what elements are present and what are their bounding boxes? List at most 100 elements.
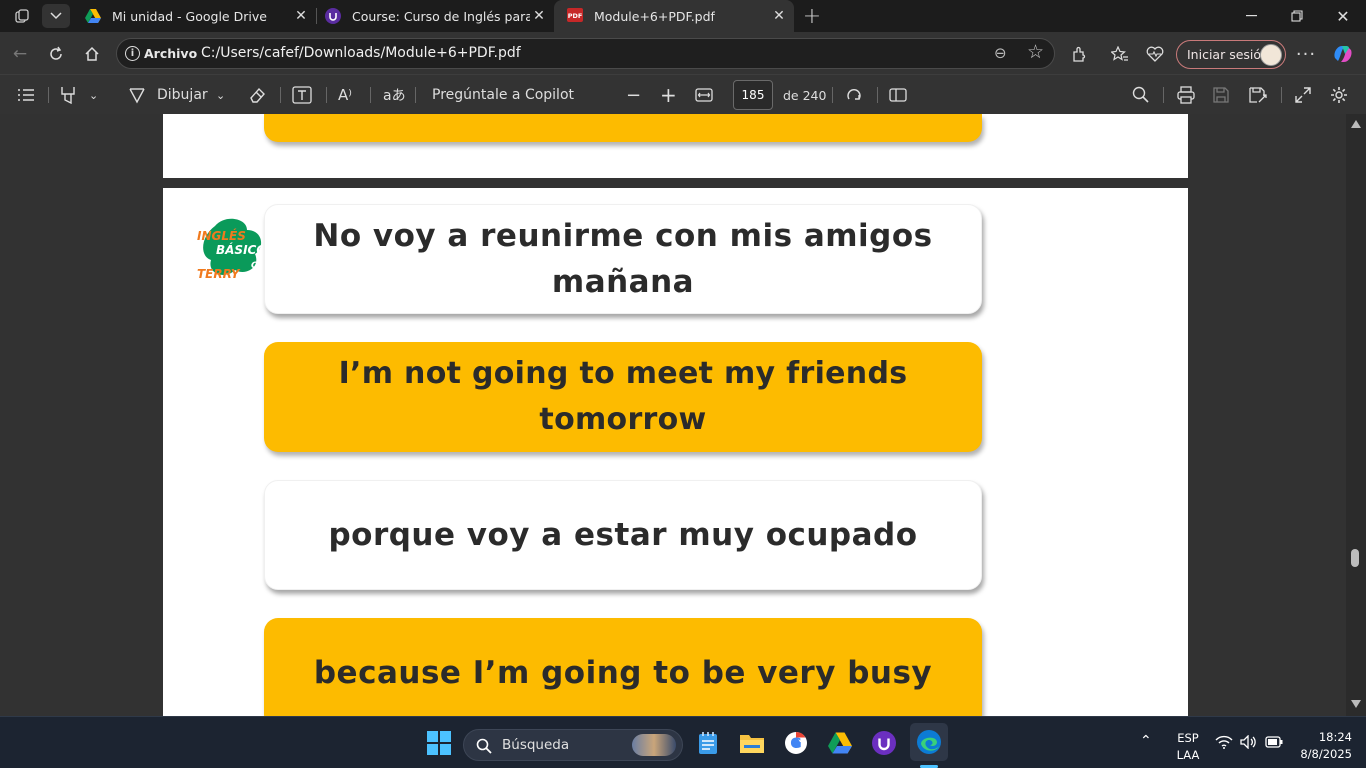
pdf-toolbar: ⌄ Dibujar ⌄ A⁾ aあ Pregúntale a Copilot −… xyxy=(0,74,1366,114)
url-text[interactable]: C:/Users/cafef/Downloads/Module+6+PDF.pd… xyxy=(201,45,521,61)
ingles-basico-logo: INGLÉS BÁSICO CO TERRY xyxy=(197,218,265,281)
tab-title: Course: Curso de Inglés para principiant… xyxy=(352,8,530,24)
edge-browser-icon[interactable] xyxy=(910,723,948,761)
notepad-icon[interactable] xyxy=(692,727,724,759)
draw-options-chevron-icon[interactable]: ⌄ xyxy=(216,83,225,107)
more-options-icon[interactable]: ··· xyxy=(1294,42,1318,66)
search-highlight-image xyxy=(632,734,676,756)
tab-actions-chevron-icon[interactable] xyxy=(42,4,70,28)
favorite-star-icon[interactable]: ☆ xyxy=(1027,41,1044,63)
google-drive-taskbar-icon[interactable] xyxy=(824,727,856,759)
search-icon xyxy=(476,738,492,754)
profile-avatar xyxy=(1260,44,1282,66)
address-bar[interactable]: i Archivo C:/Users/cafef/Downloads/Modul… xyxy=(116,38,1055,69)
udemy-taskbar-icon[interactable] xyxy=(868,727,900,759)
zoom-out-button[interactable]: − xyxy=(626,83,641,107)
security-label: Archivo xyxy=(144,46,198,61)
svg-text:INGLÉS: INGLÉS xyxy=(197,228,246,243)
zoom-out-icon[interactable]: ⊖ xyxy=(994,44,1007,62)
workspaces-icon[interactable] xyxy=(8,4,36,28)
contents-list-icon[interactable] xyxy=(17,83,35,107)
language-indicator[interactable]: ESP LAA xyxy=(1170,731,1206,762)
address-toolbar: ← i Archivo C:/Users/cafef/Downloads/Mod… xyxy=(0,32,1366,74)
minimize-icon[interactable] xyxy=(1228,0,1274,32)
save-as-icon[interactable] xyxy=(1249,83,1267,107)
close-window-icon[interactable]: ✕ xyxy=(1320,0,1366,32)
signin-label: Iniciar sesión xyxy=(1187,47,1269,62)
tab-title: Mi unidad - Google Drive xyxy=(112,8,267,24)
clock[interactable]: 18:24 8/8/2025 xyxy=(1292,730,1352,761)
fit-to-width-icon[interactable] xyxy=(695,83,713,107)
clock-time: 18:24 xyxy=(1318,730,1352,744)
add-text-icon[interactable] xyxy=(292,83,312,107)
keyboard-layout: LAA xyxy=(1176,748,1200,762)
restore-icon[interactable] xyxy=(1274,0,1320,32)
svg-text:G: G xyxy=(790,736,802,752)
tab-pdf[interactable]: PDF Module+6+PDF.pdf ✕ xyxy=(554,0,794,32)
udemy-icon xyxy=(325,8,341,24)
highlight-icon[interactable] xyxy=(59,83,79,107)
file-explorer-icon[interactable] xyxy=(736,727,768,759)
svg-text:CO: CO xyxy=(251,261,265,271)
tab-title: Module+6+PDF.pdf xyxy=(594,8,715,24)
language-code: ESP xyxy=(1177,731,1199,745)
print-icon[interactable] xyxy=(1177,83,1195,107)
eraser-icon[interactable] xyxy=(248,83,266,107)
browser-essentials-icon[interactable] xyxy=(1143,42,1167,66)
tab-google-drive[interactable]: Mi unidad - Google Drive ✕ xyxy=(72,0,316,32)
translate-icon[interactable]: aあ xyxy=(383,83,406,107)
search-placeholder: Búsqueda xyxy=(502,737,570,753)
battery-icon[interactable] xyxy=(1265,736,1283,751)
pdf-page-previous xyxy=(163,114,1188,178)
find-icon[interactable] xyxy=(1132,83,1150,107)
close-tab-icon[interactable]: ✕ xyxy=(530,7,548,25)
google-chrome-icon[interactable]: G xyxy=(780,727,812,759)
scrollbar-thumb[interactable] xyxy=(1351,549,1359,567)
scroll-down-arrow-icon[interactable] xyxy=(1351,700,1361,708)
show-hidden-icons-chevron-icon[interactable]: ⌃ xyxy=(1140,733,1152,749)
copilot-icon[interactable] xyxy=(1331,42,1355,66)
card-yellow-partial xyxy=(264,114,982,142)
wifi-icon[interactable] xyxy=(1215,735,1233,752)
page-number-input[interactable]: 185 xyxy=(733,80,773,110)
svg-text:PDF: PDF xyxy=(568,12,583,20)
windows-taskbar: Búsqueda G ⌃ ESP LAA 18:24 8/8/2025 xyxy=(0,716,1366,768)
phrase-card-spanish-2: porque voy a estar muy ocupado xyxy=(264,480,982,590)
home-icon[interactable] xyxy=(78,40,106,68)
new-tab-icon[interactable]: + xyxy=(798,4,826,29)
phrase-card-english-2: because I’m going to be very busy xyxy=(264,618,982,716)
tab-bar: Mi unidad - Google Drive ✕ Course: Curso… xyxy=(0,0,1366,32)
tab-udemy-course[interactable]: Course: Curso de Inglés para principiant… xyxy=(312,0,554,32)
vertical-scrollbar[interactable] xyxy=(1346,114,1366,716)
refresh-icon[interactable] xyxy=(42,40,70,68)
draw-icon[interactable] xyxy=(128,83,146,107)
highlight-options-chevron-icon[interactable]: ⌄ xyxy=(89,83,98,107)
close-tab-icon[interactable]: ✕ xyxy=(770,7,788,25)
site-info-icon[interactable]: i xyxy=(125,46,140,61)
pdf-viewer[interactable]: INGLÉS BÁSICO CO TERRY No voy a reunirme… xyxy=(0,114,1366,716)
rotate-icon[interactable] xyxy=(845,83,863,107)
svg-text:TERRY: TERRY xyxy=(197,267,241,281)
page-total-label: de 240 xyxy=(783,87,827,103)
extensions-icon[interactable] xyxy=(1067,42,1091,66)
phrase-card-spanish-1: No voy a reunirme con mis amigos mañana xyxy=(264,204,982,314)
back-arrow-icon[interactable]: ← xyxy=(6,40,34,68)
fullscreen-icon[interactable] xyxy=(1295,83,1311,107)
zoom-in-button[interactable]: + xyxy=(660,83,677,107)
close-tab-icon[interactable]: ✕ xyxy=(292,7,310,25)
volume-icon[interactable] xyxy=(1240,734,1258,752)
taskbar-search[interactable]: Búsqueda xyxy=(463,729,683,761)
draw-button[interactable]: Dibujar xyxy=(157,83,208,107)
clock-date: 8/8/2025 xyxy=(1300,747,1352,761)
settings-gear-icon[interactable] xyxy=(1330,83,1348,107)
favorites-icon[interactable] xyxy=(1108,42,1132,66)
read-aloud-icon[interactable]: A⁾ xyxy=(338,83,352,107)
google-drive-icon xyxy=(85,9,101,23)
scroll-up-arrow-icon[interactable] xyxy=(1351,120,1361,128)
phrase-card-english-1: I’m not going to meet my friends tomorro… xyxy=(264,342,982,452)
windows-start-icon[interactable] xyxy=(423,727,455,759)
signin-button[interactable]: Iniciar sesión xyxy=(1176,40,1286,69)
save-icon[interactable] xyxy=(1213,83,1229,107)
ask-copilot-button[interactable]: Pregúntale a Copilot xyxy=(432,83,574,107)
page-view-icon[interactable] xyxy=(889,83,907,107)
